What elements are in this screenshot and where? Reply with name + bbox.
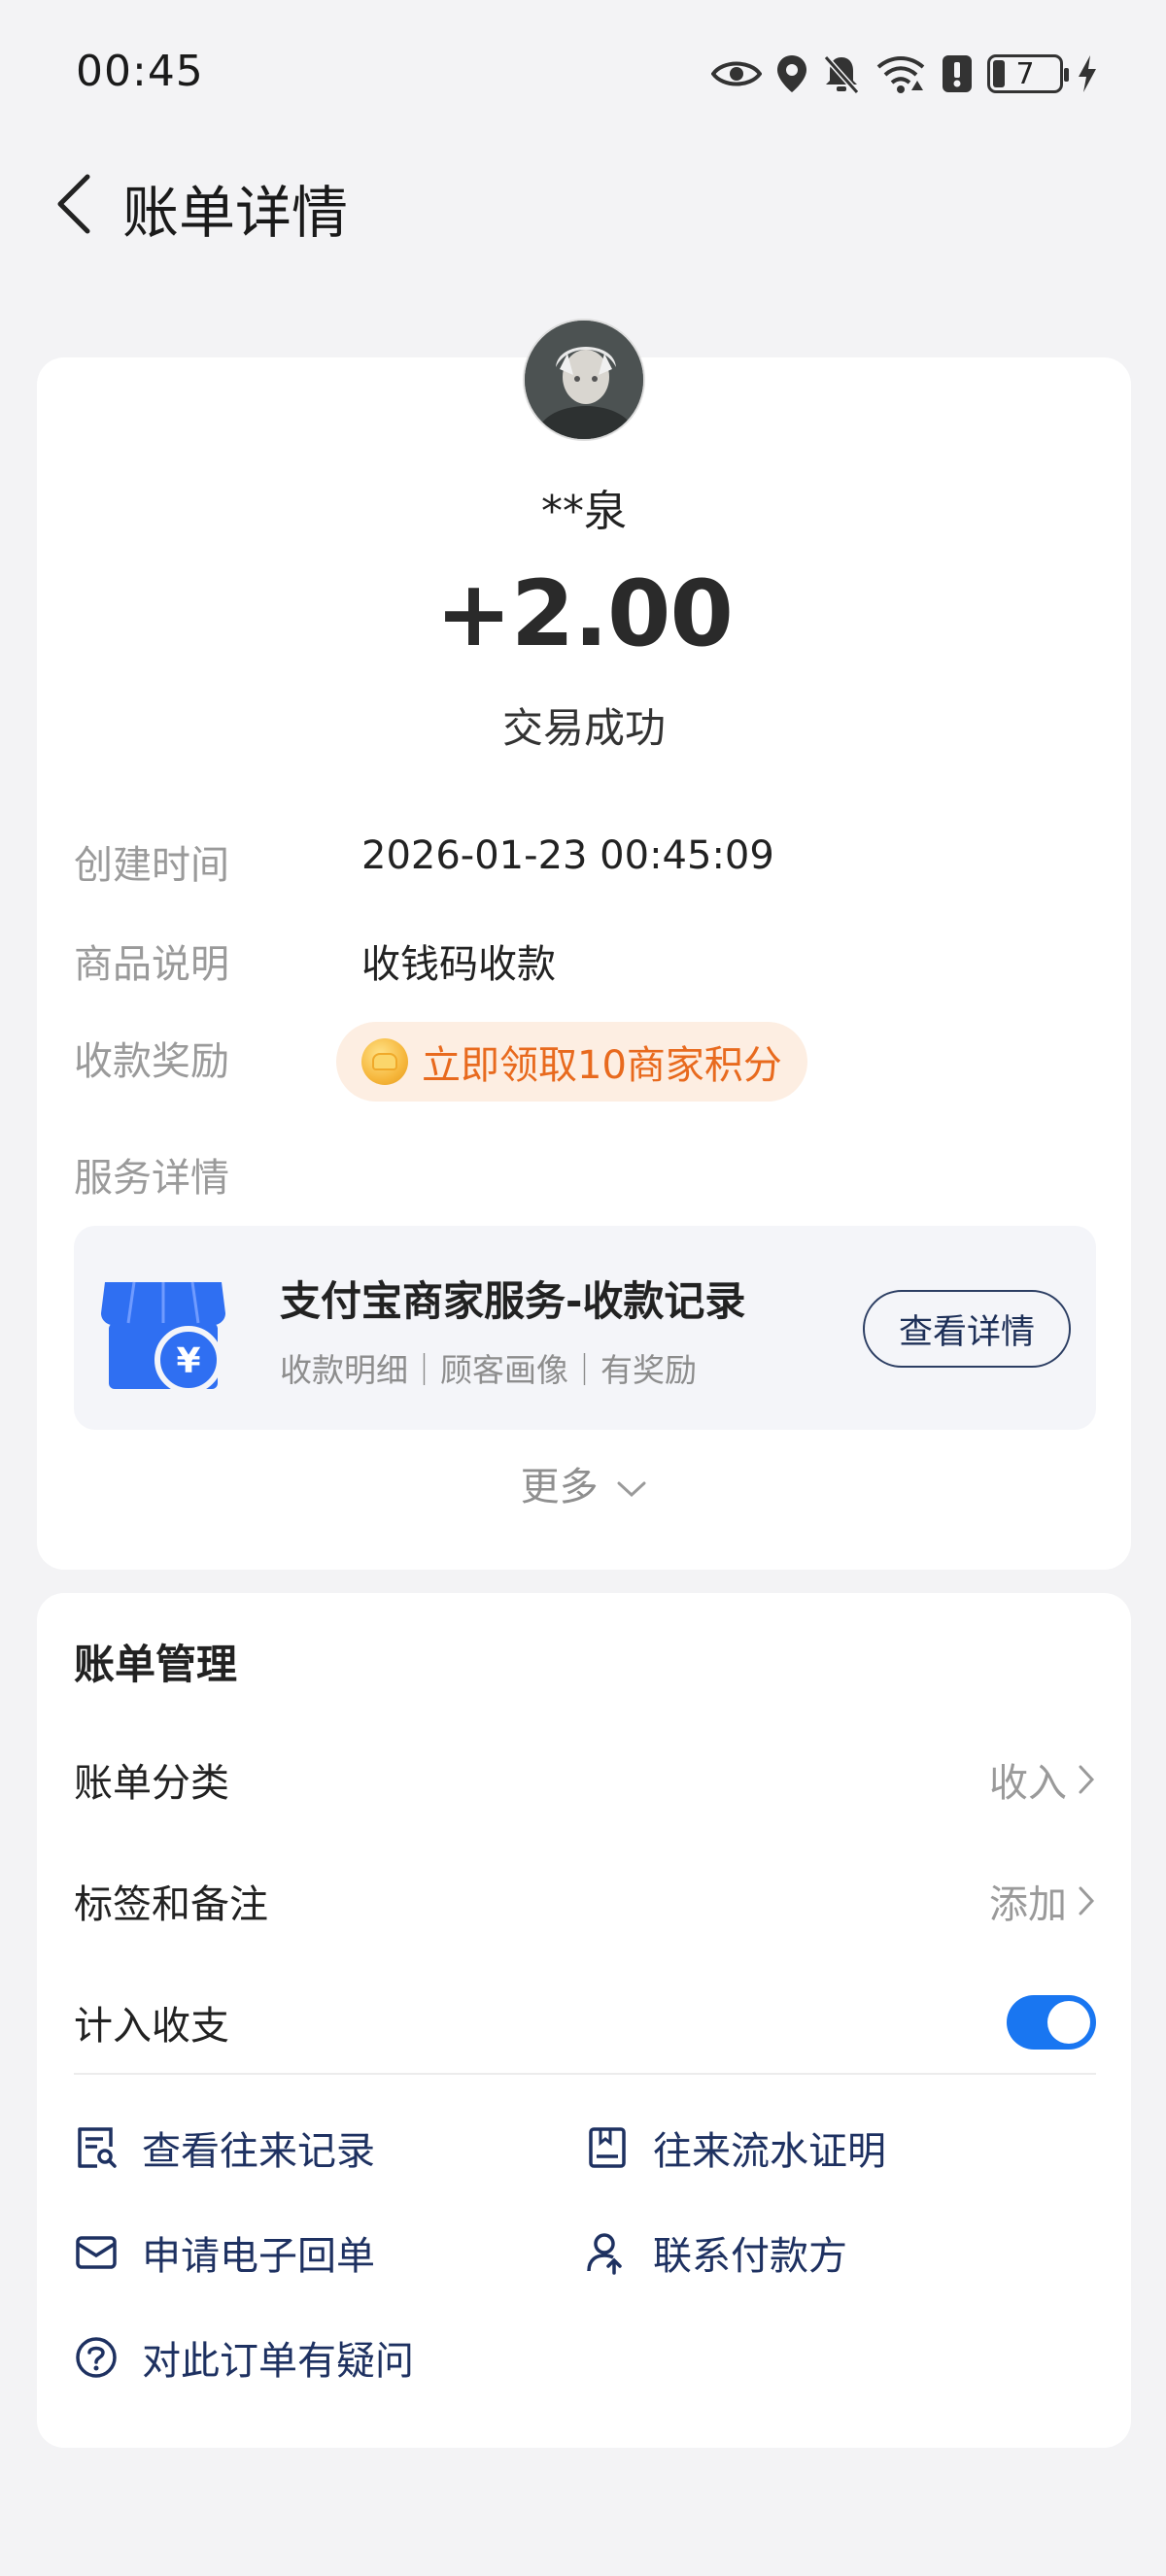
created-time-label: 创建时间 xyxy=(74,843,229,888)
view-records-label: 查看往来记录 xyxy=(142,2129,375,2174)
created-time-value: 2026-01-23 00:45:09 xyxy=(361,833,774,878)
product-desc-label: 商品说明 xyxy=(74,942,229,987)
status-bar: 00:45 7 xyxy=(0,0,1166,146)
include-in-stats-label: 计入收支 xyxy=(74,2004,229,2049)
page-title: 账单详情 xyxy=(122,180,349,246)
view-details-button[interactable]: 查看详情 xyxy=(863,1290,1071,1368)
charging-icon xyxy=(1079,55,1096,92)
location-icon xyxy=(777,55,806,92)
service-details-label: 服务详情 xyxy=(74,1156,229,1201)
payer-name: **泉 xyxy=(541,487,627,536)
svg-text:¥: ¥ xyxy=(176,1341,200,1381)
more-label: 更多 xyxy=(520,1465,599,1509)
question-icon xyxy=(76,2337,117,2378)
electronic-receipt-label: 申请电子回单 xyxy=(142,2234,375,2279)
envelope-icon xyxy=(76,2236,117,2269)
transaction-card: **泉 +2.00 交易成功 创建时间 2026-01-23 00:45:09 … xyxy=(37,319,1131,1570)
transaction-amount: +2.00 xyxy=(435,561,734,667)
avatar-image xyxy=(525,321,643,439)
statement-proof-label: 往来流水证明 xyxy=(653,2129,886,2174)
alert-icon xyxy=(943,55,972,92)
service-subtitle: 收款明细｜顾客画像｜有奖励 xyxy=(280,1351,697,1389)
order-question-action[interactable]: 对此订单有疑问 xyxy=(74,2329,414,2386)
battery-level: 7 xyxy=(1015,56,1035,91)
app-header: 账单详情 xyxy=(0,146,1166,262)
statement-proof-action[interactable]: 往来流水证明 xyxy=(585,2119,886,2176)
bill-category-row[interactable]: 账单分类 收入 xyxy=(74,1736,1096,1823)
view-records-action[interactable]: 查看往来记录 xyxy=(74,2119,375,2176)
service-title: 支付宝商家服务-收款记录 xyxy=(280,1277,746,1325)
reward-label: 收款奖励 xyxy=(74,1039,229,1084)
bell-muted-icon xyxy=(823,55,860,94)
wifi-icon xyxy=(876,56,925,93)
bill-category-value: 收入 xyxy=(989,1761,1067,1806)
battery-icon: 7 xyxy=(987,54,1069,93)
electronic-receipt-action[interactable]: 申请电子回单 xyxy=(74,2224,375,2281)
document-icon xyxy=(589,2127,626,2168)
chevron-right-icon xyxy=(1079,1765,1095,1794)
contact-payer-label: 联系付款方 xyxy=(653,2234,847,2279)
reward-text: 立即领取10商家积分 xyxy=(422,1043,782,1088)
records-search-icon xyxy=(78,2127,117,2168)
chevron-left-icon xyxy=(57,174,90,234)
status-icons: 7 xyxy=(711,49,1098,99)
contact-user-icon xyxy=(587,2233,622,2275)
back-button[interactable] xyxy=(35,165,113,243)
include-in-stats-toggle[interactable] xyxy=(1007,1995,1096,2050)
claim-reward-button[interactable]: 立即领取10商家积分 xyxy=(336,1022,807,1102)
product-desc-value: 收钱码收款 xyxy=(361,942,556,987)
divider xyxy=(74,2073,1096,2075)
include-in-stats-row: 计入收支 xyxy=(74,1979,1096,2066)
bill-category-label: 账单分类 xyxy=(74,1761,229,1806)
contact-payer-action[interactable]: 联系付款方 xyxy=(585,2224,847,2281)
transaction-status: 交易成功 xyxy=(501,704,666,752)
tags-notes-value: 添加 xyxy=(989,1882,1067,1927)
order-question-label: 对此订单有疑问 xyxy=(142,2339,414,2384)
bill-management-title: 账单管理 xyxy=(74,1641,238,1688)
status-time: 00:45 xyxy=(76,47,204,96)
chevron-right-icon xyxy=(1079,1886,1095,1915)
eye-icon xyxy=(711,61,762,86)
coin-icon xyxy=(361,1038,408,1085)
more-button[interactable]: 更多 xyxy=(37,1455,1131,1511)
merchant-service-card[interactable]: ¥ 支付宝商家服务-收款记录 收款明细｜顾客画像｜有奖励 查看详情 xyxy=(74,1226,1096,1430)
tags-notes-label: 标签和备注 xyxy=(74,1882,268,1927)
shop-icon: ¥ xyxy=(101,1281,225,1394)
chevron-down-icon xyxy=(617,1481,646,1498)
tags-notes-row[interactable]: 标签和备注 添加 xyxy=(74,1857,1096,1945)
payer-avatar[interactable] xyxy=(523,319,645,441)
bill-management-card: 账单管理 账单分类 收入 标签和备注 添加 计入收支 查看往来记录 往来流水证明… xyxy=(37,1593,1131,2448)
